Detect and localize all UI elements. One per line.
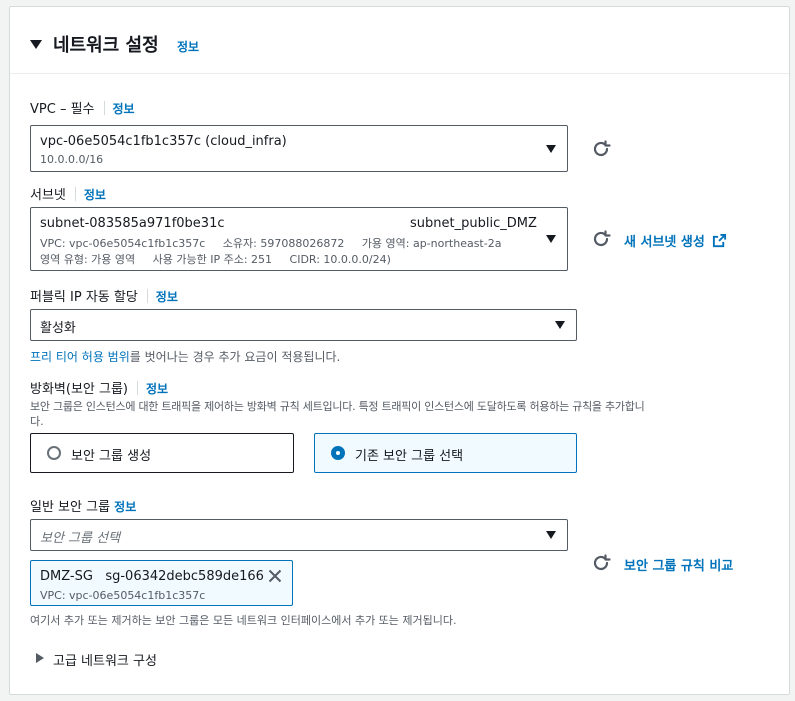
security-group-label-text: 일반 보안 그룹 bbox=[30, 500, 111, 515]
caret-down-icon[interactable] bbox=[30, 40, 42, 49]
create-security-group-option[interactable]: 보안 그룹 생성 bbox=[30, 433, 294, 473]
free-tier-link[interactable]: 프리 티어 허용 범위 bbox=[30, 350, 130, 364]
firewall-label-text: 방화벽(보안 그룹) bbox=[30, 382, 128, 397]
refresh-icon bbox=[593, 140, 611, 157]
caret-down-icon bbox=[546, 235, 556, 243]
security-group-refresh-icon[interactable] bbox=[590, 552, 612, 574]
security-group-note: 여기서 추가 또는 제거하는 보안 그룹은 모든 네트워크 인터페이스에서 추가… bbox=[30, 614, 457, 627]
security-group-select[interactable]: 보안 그룹 선택 bbox=[30, 519, 568, 551]
vpc-info-link[interactable]: 정보 bbox=[113, 102, 135, 116]
firewall-desc-line-2: 다. bbox=[30, 415, 44, 428]
close-icon[interactable] bbox=[268, 569, 282, 583]
subnet-label-text: 서브넷 bbox=[30, 188, 66, 203]
subnet-select[interactable]: subnet-083585a971f0be31c subnet_public_D… bbox=[30, 207, 568, 271]
header-info-link[interactable]: 정보 bbox=[177, 38, 199, 55]
firewall-desc-line-1: 보안 그룹은 인스턴스에 대한 트래픽을 제어하는 방화벽 규칙 세트입니다. … bbox=[30, 400, 645, 413]
subnet-refresh-icon[interactable] bbox=[590, 228, 612, 250]
caret-right-icon bbox=[36, 653, 44, 663]
token-id: sg-06342debc589de166 bbox=[105, 569, 264, 584]
token-label: DMZ-SG sg-06342debc589de166 bbox=[40, 569, 264, 584]
panel-header[interactable]: 네트워크 설정 정보 bbox=[10, 7, 789, 74]
vpc-label: VPC – 필수 정보 bbox=[30, 98, 135, 117]
subnet-select-detail-2: 영역 유형: 가용 영역 사용 가능한 IP 주소: 251 CIDR: 10.… bbox=[40, 253, 391, 266]
free-tier-note-text: 를 벗어나는 경우 추가 요금이 적용됩니다. bbox=[129, 350, 341, 364]
free-tier-note: 프리 티어 허용 범위를 벗어나는 경우 추가 요금이 적용됩니다. bbox=[30, 348, 340, 365]
subnet-info-link[interactable]: 정보 bbox=[84, 188, 106, 202]
create-subnet-link-text: 새 서브넷 생성 bbox=[624, 235, 705, 250]
public-ip-label: 퍼블릭 IP 자동 할당 정보 bbox=[30, 286, 178, 305]
compare-rules-link[interactable]: 보안 그룹 규칙 비교 bbox=[624, 555, 733, 574]
security-group-token: DMZ-SG sg-06342debc589de166 VPC: vpc-06e… bbox=[30, 560, 293, 606]
subnet-select-name: subnet_public_DMZ bbox=[410, 216, 537, 231]
security-group-label: 일반 보안 그룹 정보 bbox=[30, 496, 136, 515]
firewall-label: 방화벽(보안 그룹) 정보 bbox=[30, 378, 168, 397]
create-security-group-label: 보안 그룹 생성 bbox=[71, 449, 152, 464]
public-ip-select[interactable]: 활성화 bbox=[30, 309, 577, 341]
panel-title: 네트워크 설정 bbox=[53, 35, 159, 56]
vpc-select[interactable]: vpc-06e5054c1fb1c357c (cloud_infra) 10.0… bbox=[30, 125, 568, 172]
radio-unselected[interactable] bbox=[47, 446, 61, 460]
vpc-refresh-icon[interactable] bbox=[590, 138, 612, 160]
select-existing-security-group-option[interactable]: 기존 보안 그룹 선택 bbox=[314, 433, 577, 473]
select-existing-security-group-label: 기존 보안 그룹 선택 bbox=[355, 449, 464, 464]
vpc-select-value: vpc-06e5054c1fb1c357c (cloud_infra) bbox=[40, 134, 287, 149]
refresh-icon bbox=[593, 554, 611, 571]
external-link-icon bbox=[713, 233, 727, 248]
public-ip-select-value: 활성화 bbox=[40, 321, 76, 336]
token-vpc: VPC: vpc-06e5054c1fb1c357c bbox=[40, 589, 206, 602]
subnet-label: 서브넷 정보 bbox=[30, 184, 106, 203]
advanced-network-config-label: 고급 네트워크 구성 bbox=[53, 654, 157, 669]
public-ip-info-link[interactable]: 정보 bbox=[156, 290, 178, 304]
token-name: DMZ-SG bbox=[40, 569, 93, 584]
caret-down-icon bbox=[546, 531, 556, 539]
create-subnet-link[interactable]: 새 서브넷 생성 bbox=[624, 231, 727, 250]
caret-down-icon bbox=[555, 321, 565, 329]
caret-down-icon bbox=[546, 144, 556, 153]
vpc-select-cidr: 10.0.0.0/16 bbox=[40, 153, 104, 166]
vpc-label-text: VPC – 필수 bbox=[30, 102, 95, 117]
security-group-placeholder: 보안 그룹 선택 bbox=[40, 531, 121, 546]
public-ip-label-text: 퍼블릭 IP 자동 할당 bbox=[30, 290, 138, 305]
security-group-info-link[interactable]: 정보 bbox=[114, 500, 136, 514]
subnet-select-value: subnet-083585a971f0be31c bbox=[40, 216, 225, 231]
radio-selected[interactable] bbox=[331, 446, 345, 460]
subnet-select-detail-1: VPC: vpc-06e5054c1fb1c357c 소유자: 59708802… bbox=[40, 237, 502, 250]
network-settings-panel: 네트워크 설정 정보 VPC – 필수 정보 vpc-06e5054c1fb1c3… bbox=[9, 6, 790, 695]
refresh-icon bbox=[593, 230, 611, 247]
firewall-info-link[interactable]: 정보 bbox=[146, 382, 168, 396]
